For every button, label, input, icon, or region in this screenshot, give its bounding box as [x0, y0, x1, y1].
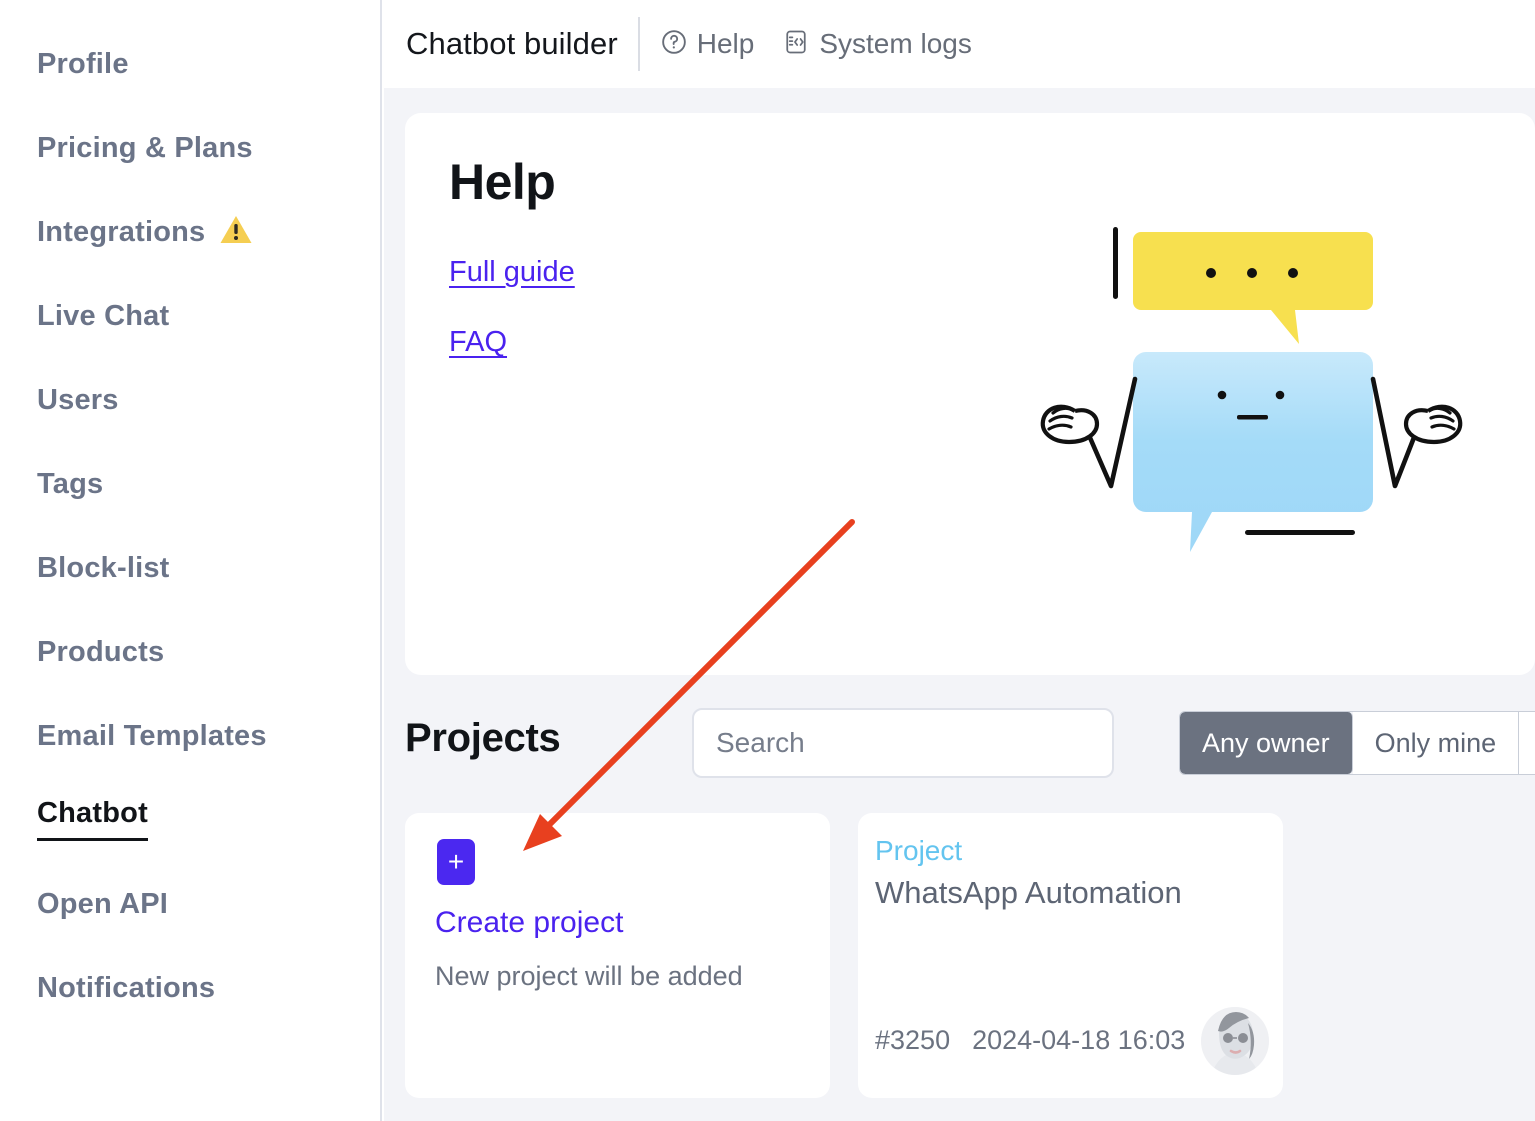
sidebar-item-chatbot[interactable]: Chatbot [0, 778, 380, 862]
chat-bubble-mascot-illustration [975, 218, 1495, 563]
project-meta: #3250 2024-04-18 16:03 [875, 1025, 1185, 1056]
help-card: Help Full guide FAQ [405, 113, 1535, 675]
sidebar-item-label: Email Templates [37, 722, 267, 751]
app-window: Profile Pricing & Plans Integrations Liv… [0, 0, 1535, 1121]
sidebar-item-label: Integrations [37, 218, 205, 247]
help-button[interactable]: Help [660, 28, 755, 61]
create-project-card[interactable]: + Create project New project will be add… [405, 813, 830, 1098]
sidebar-item-open-api[interactable]: Open API [0, 862, 380, 946]
faq-link[interactable]: FAQ [449, 326, 507, 359]
search-input[interactable] [692, 708, 1114, 778]
sidebar-item-live-chat[interactable]: Live Chat [0, 274, 380, 358]
sidebar-item-products[interactable]: Products [0, 610, 380, 694]
sidebar-item-label: Tags [37, 470, 103, 499]
sidebar: Profile Pricing & Plans Integrations Liv… [0, 0, 382, 1121]
sidebar-item-integrations[interactable]: Integrations [0, 190, 380, 274]
create-project-title: Create project [435, 906, 623, 940]
project-id: #3250 [875, 1025, 950, 1056]
sidebar-item-email-templates[interactable]: Email Templates [0, 694, 380, 778]
question-circle-icon [660, 28, 688, 61]
owner-filter-not-mine[interactable]: Not [1519, 712, 1535, 774]
code-document-icon [782, 28, 810, 61]
sidebar-item-label: Users [37, 386, 119, 415]
sidebar-item-notifications[interactable]: Notifications [0, 946, 380, 1030]
help-button-label: Help [697, 28, 755, 60]
plus-icon: + [437, 839, 475, 885]
owner-filter-only-mine[interactable]: Only mine [1353, 712, 1520, 774]
project-kind-label: Project [875, 835, 962, 867]
sidebar-item-label: Pricing & Plans [37, 134, 253, 163]
sidebar-item-label: Notifications [37, 974, 215, 1003]
create-project-subtitle: New project will be added [435, 961, 743, 992]
sidebar-item-label: Open API [37, 890, 168, 919]
sidebar-item-tags[interactable]: Tags [0, 442, 380, 526]
system-logs-button[interactable]: System logs [782, 28, 972, 61]
header-bar: Chatbot builder Help System logs [382, 0, 1535, 88]
full-guide-link[interactable]: Full guide [449, 256, 575, 289]
page-title: Chatbot builder [406, 26, 618, 62]
project-name: WhatsApp Automation [875, 875, 1182, 911]
system-logs-button-label: System logs [819, 28, 972, 60]
main-content: Help Full guide FAQ [384, 88, 1535, 1121]
help-card-heading: Help [449, 153, 555, 211]
sidebar-item-label: Products [37, 638, 164, 667]
project-card[interactable]: Project WhatsApp Automation #3250 2024-0… [858, 813, 1283, 1098]
sidebar-item-label: Profile [37, 50, 129, 79]
owner-filter-group: Any owner Only mine Not [1179, 711, 1535, 775]
projects-heading: Projects [405, 716, 560, 761]
sidebar-item-label: Block-list [37, 554, 170, 583]
warning-triangle-icon [219, 214, 253, 250]
sidebar-item-label: Live Chat [37, 302, 169, 331]
projects-toolbar: Projects Any owner Only mine Not [405, 696, 1535, 788]
sidebar-item-label: Chatbot [37, 799, 148, 841]
project-updated: 2024-04-18 16:03 [972, 1025, 1185, 1056]
avatar [1201, 1007, 1269, 1075]
sidebar-item-profile[interactable]: Profile [0, 22, 380, 106]
sidebar-item-users[interactable]: Users [0, 358, 380, 442]
owner-filter-any-owner[interactable]: Any owner [1180, 712, 1353, 774]
sidebar-item-pricing-plans[interactable]: Pricing & Plans [0, 106, 380, 190]
header-divider [638, 17, 640, 71]
sidebar-item-block-list[interactable]: Block-list [0, 526, 380, 610]
